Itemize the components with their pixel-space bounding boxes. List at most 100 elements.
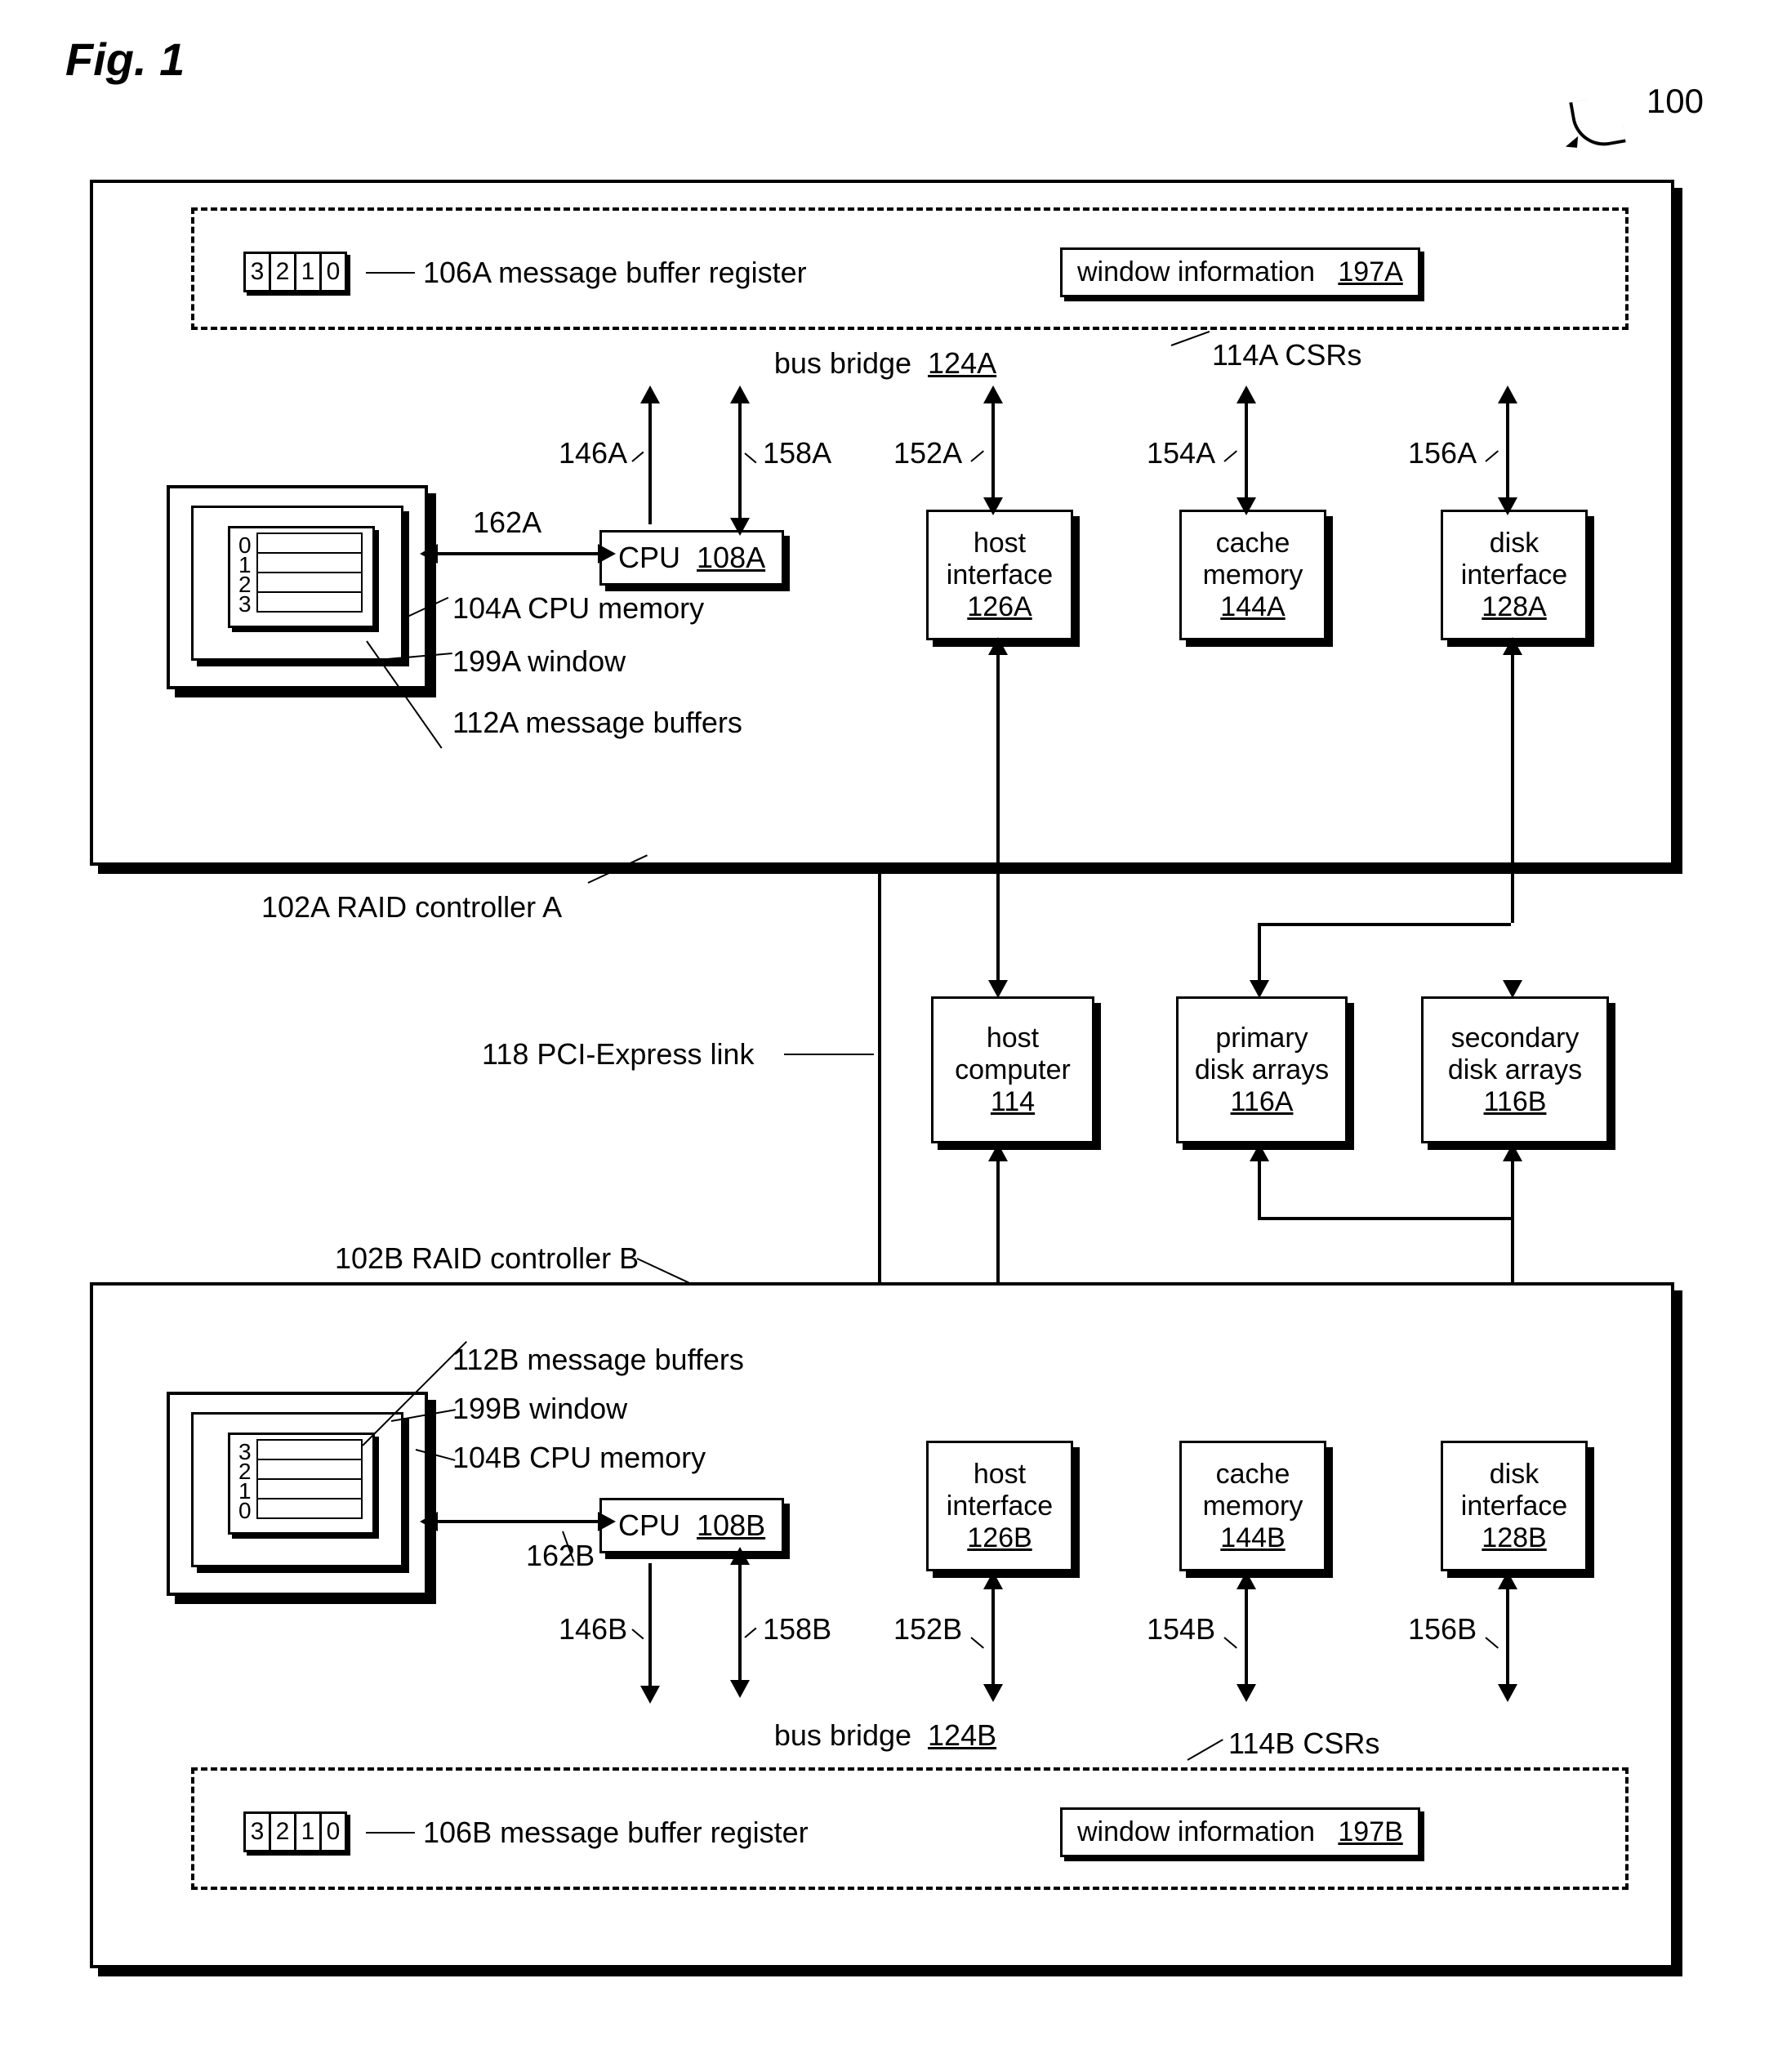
mbr-a-label: 106A message buffer register <box>423 256 807 290</box>
controller-b: 3 2 1 0 112B message buffers 199B window… <box>90 1282 1674 1968</box>
arrowhead-down-icon <box>1498 497 1517 515</box>
mbr-cell: 1 <box>294 252 322 292</box>
arrow-line <box>1258 923 1511 926</box>
window-info-b: window information 197B <box>1060 1807 1420 1857</box>
wi-text: window information <box>1077 1816 1315 1847</box>
arrowhead-up-icon <box>1237 1571 1256 1589</box>
arrowhead-up-icon <box>1250 1143 1269 1161</box>
csrs-a: 3 2 1 0 106A message buffer register win… <box>191 207 1629 330</box>
mem-rows-a <box>256 534 363 613</box>
leader-line <box>631 452 644 462</box>
arrowhead-up-icon <box>1503 1143 1522 1161</box>
secondary-disk-arrays: secondary disk arrays 116B <box>1421 996 1609 1143</box>
arrow-line <box>436 1520 599 1523</box>
arrowhead-down-icon <box>1498 1684 1517 1702</box>
mem-window-label-b: 199B window <box>452 1392 627 1426</box>
arrow-line <box>1258 1160 1261 1220</box>
cache-memory-b: cache memory 144B <box>1179 1441 1326 1571</box>
arrowhead-up-icon <box>988 637 1008 655</box>
l154a: 154A <box>1147 436 1215 470</box>
mem-num: 3 <box>238 591 252 617</box>
l162a: 162A <box>473 506 541 540</box>
csrs-a-label: 114A CSRs <box>1212 338 1361 372</box>
mem-buffers-label-a: 112A message buffers <box>452 706 742 740</box>
l156b: 156B <box>1408 1612 1477 1646</box>
arrowhead-up-icon <box>730 1547 750 1565</box>
arrowhead-up-icon <box>1237 385 1256 403</box>
arrowhead-down-icon <box>983 1684 1003 1702</box>
leader-line <box>1485 450 1499 461</box>
arrowhead-right-icon <box>598 1512 616 1531</box>
pci-link-line <box>878 874 881 1282</box>
leader-line <box>366 1832 415 1834</box>
csrs-b: 3 2 1 0 106B message buffer register win… <box>191 1767 1629 1890</box>
leader-line <box>1171 331 1210 346</box>
l162b: 162B <box>526 1539 595 1573</box>
arrow-line <box>1258 1217 1511 1220</box>
mbr-a-cells: 3 2 1 0 <box>243 252 345 292</box>
arrowhead-up-icon <box>1498 385 1517 403</box>
arrowhead-up-icon <box>1503 637 1522 655</box>
wi-text: window information <box>1077 256 1315 287</box>
l158b: 158B <box>763 1612 831 1646</box>
arrowhead-down-icon <box>988 980 1008 998</box>
arrow-line <box>996 653 1000 980</box>
arrowhead-up-icon <box>983 385 1003 403</box>
arrow-line <box>991 402 995 500</box>
cpu-b: CPU 108B <box>599 1498 784 1553</box>
arrowhead-down-icon <box>640 1686 660 1704</box>
leader-line <box>970 450 984 461</box>
leader-line <box>1485 1637 1499 1648</box>
mbr-b-label: 106B message buffer register <box>423 1816 809 1850</box>
arrowhead-right-icon <box>598 544 616 564</box>
l156a: 156A <box>1408 436 1477 470</box>
leader-line <box>1188 1739 1223 1761</box>
window-info-a: window information 197A <box>1060 247 1420 297</box>
arrowhead-up-icon <box>730 385 750 403</box>
bus-bridge-b-label: bus bridge 124B <box>714 1718 1057 1753</box>
l152a: 152A <box>893 436 962 470</box>
bus-bridge-a-label: bus bridge 124A <box>714 346 1057 381</box>
arrow-line <box>1511 653 1514 923</box>
leader-line <box>1223 450 1237 461</box>
mbr-cell: 2 <box>269 252 296 292</box>
ref-100: 100 <box>1646 82 1704 121</box>
arrowhead-down-icon <box>730 518 750 536</box>
arrowhead-down-icon <box>1250 980 1269 998</box>
disk-interface-b: disk interface 128B <box>1441 1441 1588 1571</box>
mem-cpu-label-a: 104A CPU memory <box>452 591 704 626</box>
host-interface-a: host interface 126A <box>926 510 1073 640</box>
l152b: 152B <box>893 1612 962 1646</box>
primary-disk-arrays: primary disk arrays 116A <box>1176 996 1348 1143</box>
mem-rows-b <box>256 1441 363 1519</box>
arrow-line <box>991 1588 995 1686</box>
leader-line <box>631 1629 644 1639</box>
leader-line <box>1223 1637 1237 1648</box>
mem-num: 0 <box>238 1498 252 1524</box>
arrow-line <box>738 402 742 520</box>
arrowhead-up-icon <box>640 385 660 403</box>
arrowhead-up-icon <box>983 1571 1003 1589</box>
controller-a: 3 2 1 0 106A message buffer register win… <box>90 180 1674 866</box>
arrow-line <box>1245 402 1248 500</box>
arrow-line <box>1506 402 1509 500</box>
diagram-page: Fig. 1 100 3 2 1 0 106A message buffer r… <box>33 33 1736 2039</box>
leader-line <box>744 452 756 463</box>
pci-label: 118 PCI-Express link <box>482 1037 754 1072</box>
leader-line <box>784 1054 874 1055</box>
mbr-cell: 2 <box>269 1811 296 1852</box>
l158a: 158A <box>763 436 831 470</box>
host-computer: host computer 114 <box>931 996 1094 1143</box>
leader-line <box>744 1628 756 1638</box>
arrow-line <box>1506 1588 1509 1686</box>
mbr-cell: 3 <box>243 252 271 292</box>
mbr-b-cells: 3 2 1 0 <box>243 1811 345 1852</box>
controller-b-label: 102B RAID controller B <box>335 1241 639 1276</box>
curved-arrow-icon <box>1569 94 1626 151</box>
mem-cpu-label-b: 104B CPU memory <box>452 1441 706 1475</box>
disk-interface-a: disk interface 128A <box>1441 510 1588 640</box>
controller-a-label: 102A RAID controller A <box>261 890 562 925</box>
mbr-cell: 1 <box>294 1811 322 1852</box>
arrowhead-down-icon <box>730 1680 750 1698</box>
arrowhead-left-icon <box>420 1512 438 1531</box>
